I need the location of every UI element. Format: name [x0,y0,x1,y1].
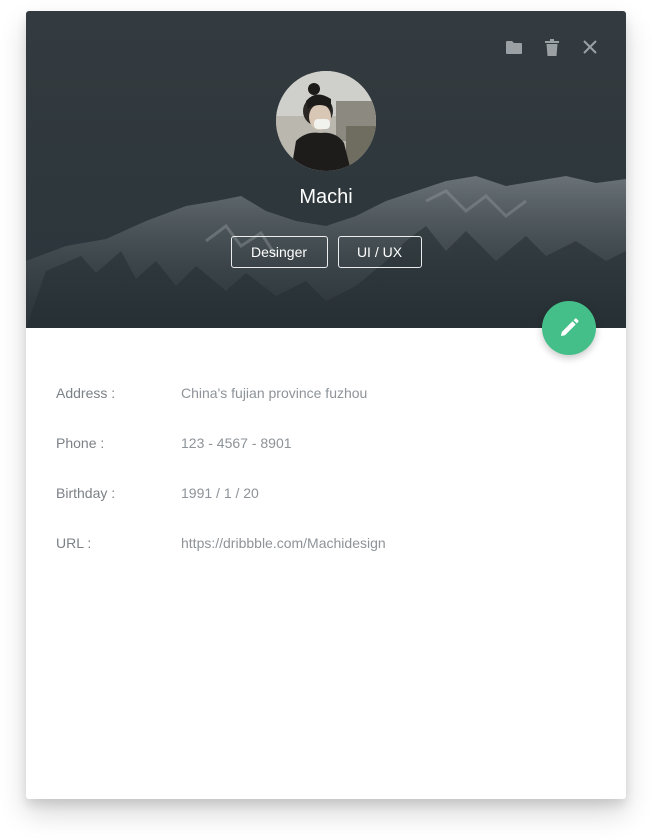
detail-row-address: Address : China's fujian province fuzhou [56,385,596,435]
edit-button[interactable] [542,301,596,355]
detail-label: Birthday : [56,485,116,501]
profile-header: Machi Desinger UI / UX [26,11,626,328]
detail-value: 1991 / 1 / 20 [181,485,259,501]
header-toolbar [504,37,600,57]
detail-value: China's fujian province fuzhou [181,385,368,401]
pencil-icon [561,318,579,336]
trash-icon[interactable] [542,37,562,57]
detail-row-phone: Phone : 123 - 4567 - 8901 [56,435,596,485]
avatar[interactable] [276,71,376,171]
tag-ui-ux[interactable]: UI / UX [337,236,422,268]
detail-row-url: URL : https://dribbble.com/Machidesign [56,535,596,585]
tag-designer[interactable]: Desinger [230,236,328,268]
detail-label: Phone : [56,435,105,451]
tag-list: Desinger UI / UX [26,236,626,268]
detail-value: 123 - 4567 - 8901 [181,435,292,451]
profile-card: Machi Desinger UI / UX Address : China's… [26,11,626,799]
detail-label: URL : [56,535,92,551]
folder-icon[interactable] [504,37,524,57]
close-icon[interactable] [580,37,600,57]
detail-value[interactable]: https://dribbble.com/Machidesign [181,535,386,551]
detail-label: Address : [56,385,116,401]
profile-name: Machi [299,186,353,208]
profile-details: Address : China's fujian province fuzhou… [56,385,596,585]
detail-row-birthday: Birthday : 1991 / 1 / 20 [56,485,596,535]
